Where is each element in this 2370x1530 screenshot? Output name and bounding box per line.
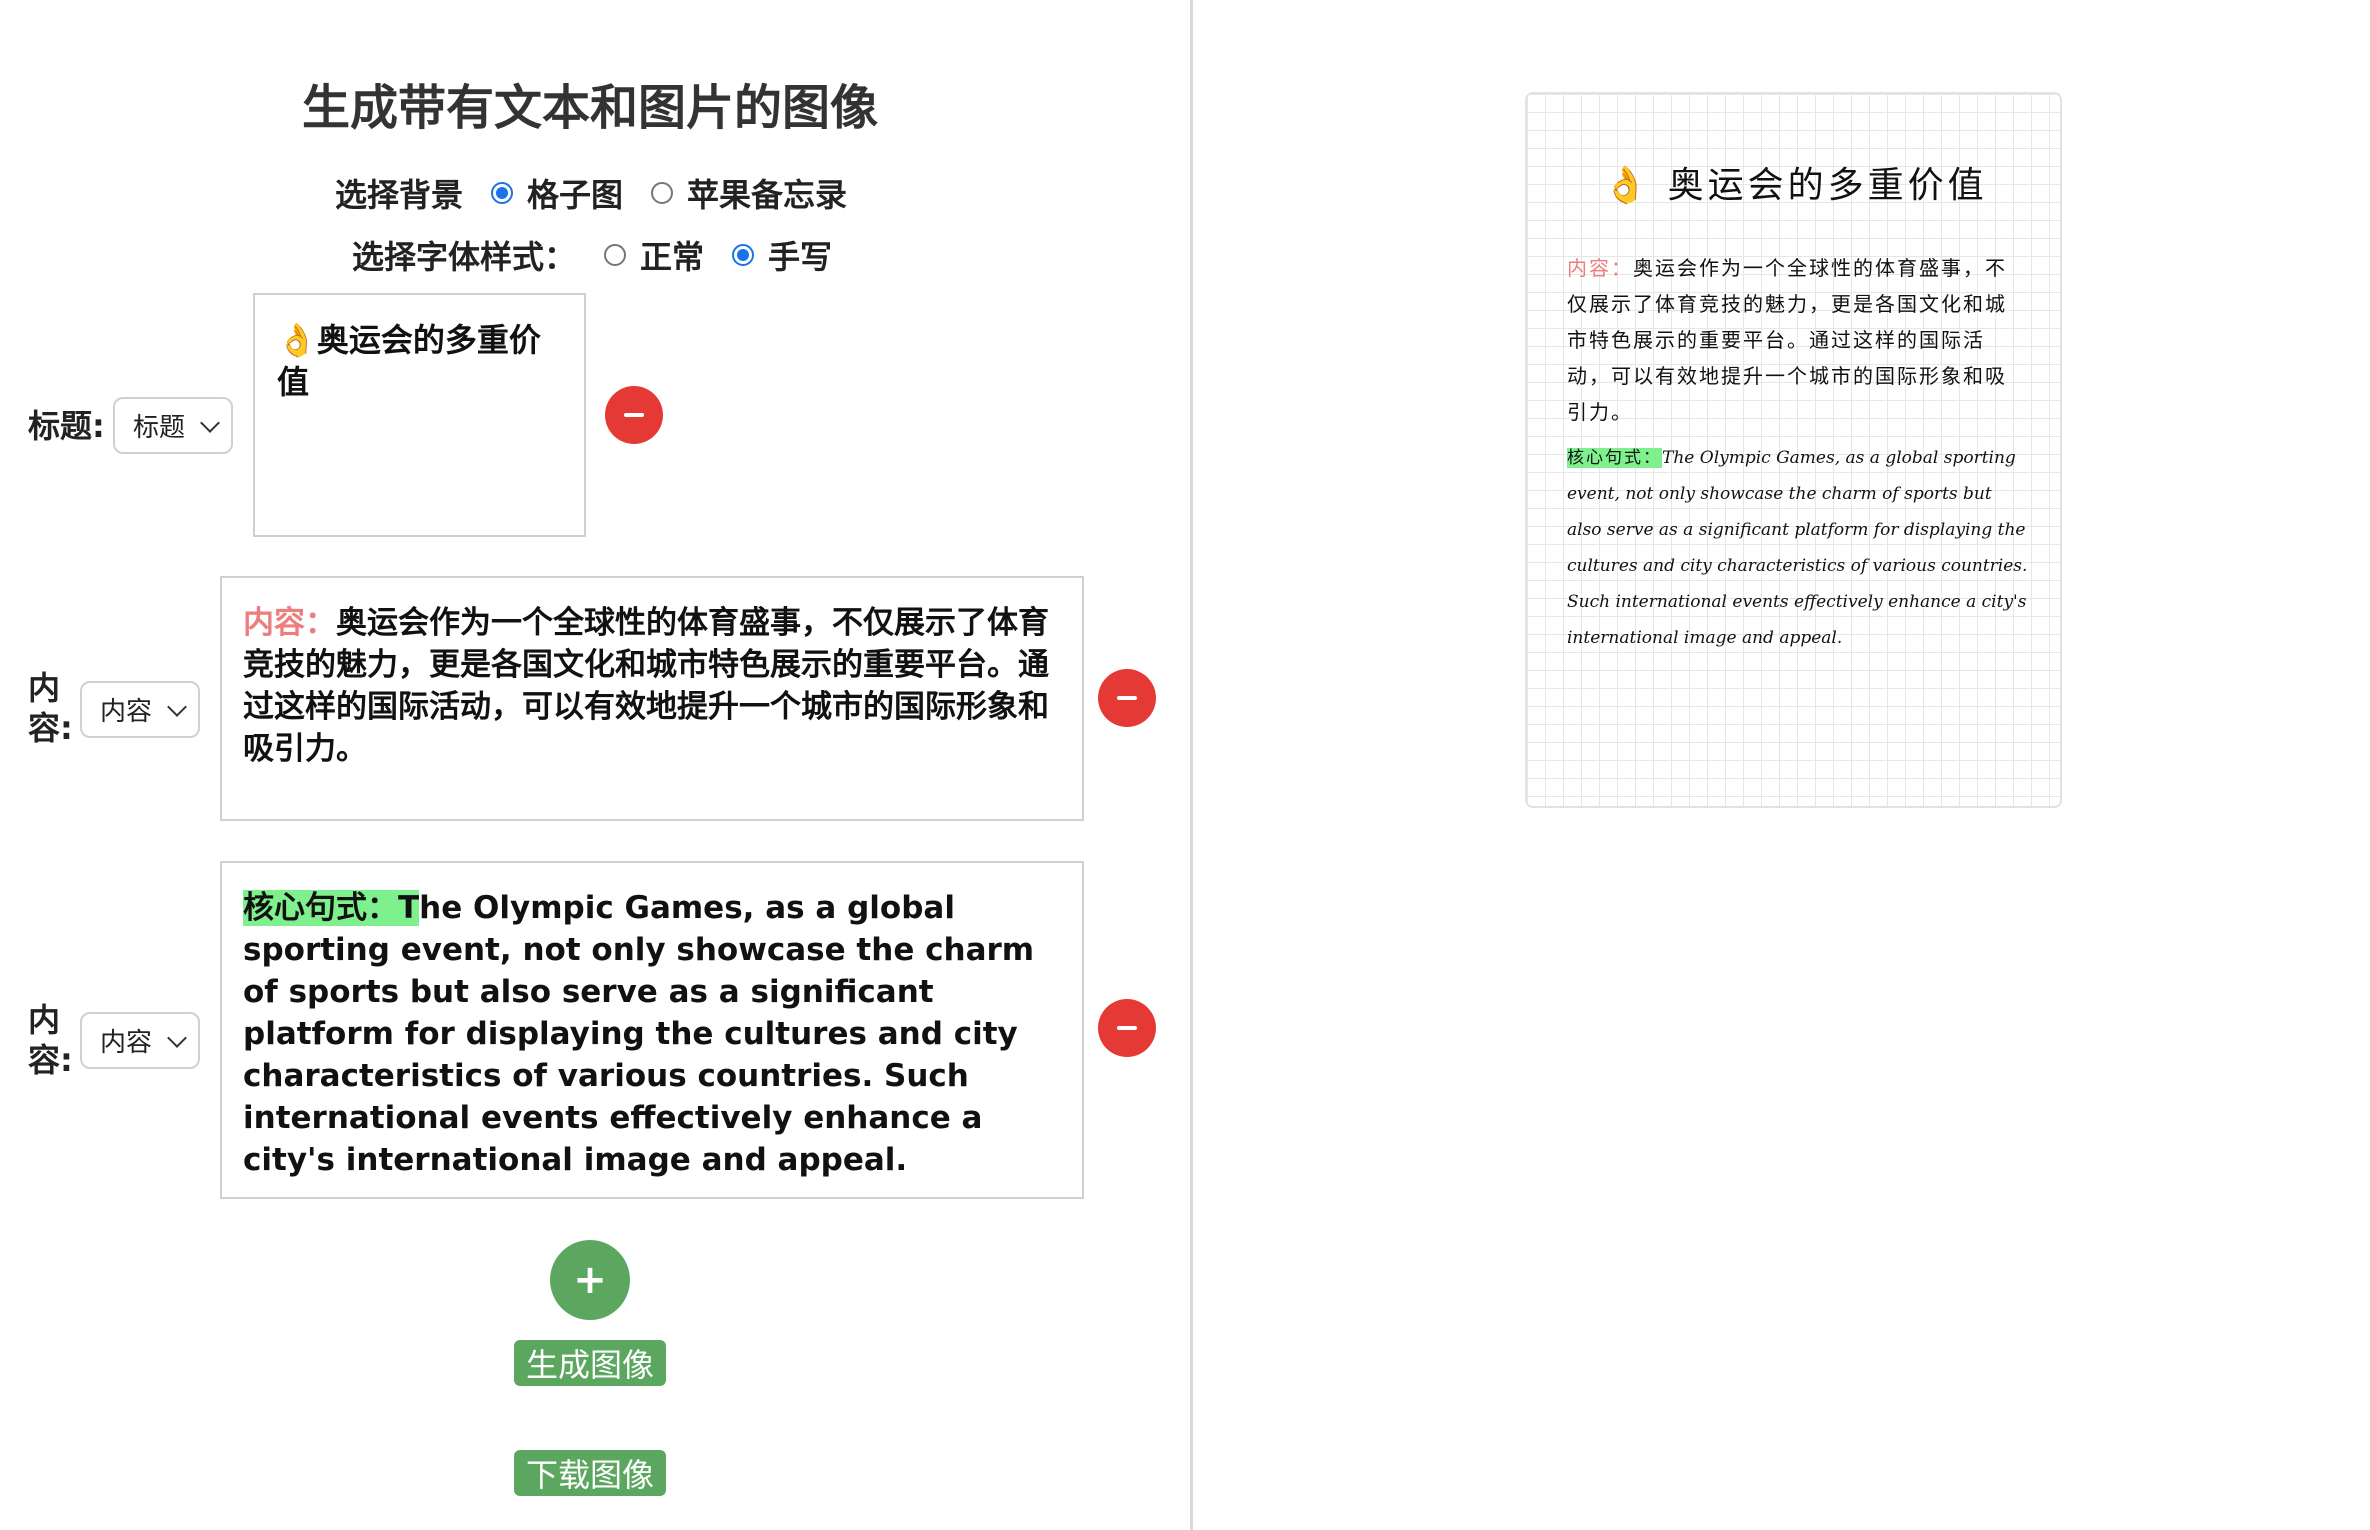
add-block-button[interactable]: +	[550, 1240, 630, 1320]
block-1-type-value: 标题	[133, 413, 186, 443]
block-1-textbox[interactable]: 👌奥运会的多重价值	[253, 293, 586, 537]
radio-normal-label[interactable]: 正常	[640, 232, 704, 278]
block-2-type-value: 内容	[100, 697, 153, 727]
radio-grid[interactable]	[491, 182, 514, 204]
chevron-down-icon	[167, 696, 187, 717]
plus-icon: +	[573, 1257, 607, 1303]
minus-icon	[624, 413, 644, 417]
minus-icon	[1117, 1026, 1137, 1030]
preview-paragraph-1: 内容：奥运会作为一个全球性的体育盛事，不仅展示了体育竞技的魅力，更是各国文化和城…	[1567, 250, 2027, 430]
minus-icon	[1117, 696, 1137, 700]
radio-grid-label[interactable]: 格子图	[527, 170, 623, 216]
block-3-textbox[interactable]: 核心句式：The Olympic Games, as a global spor…	[220, 861, 1084, 1199]
block-3-type-value: 内容	[100, 1028, 153, 1058]
panel-divider	[1190, 0, 1193, 1530]
font-style-selector: 选择字体样式： 正常 手写	[352, 232, 852, 278]
radio-normal[interactable]	[604, 244, 627, 266]
block-1-text: 👌奥运会的多重价值	[277, 321, 541, 401]
preview-p1-prefix: 内容：	[1567, 256, 1633, 280]
download-image-button[interactable]: 下载图像	[514, 1450, 666, 1496]
generate-image-button[interactable]: 生成图像	[514, 1340, 666, 1386]
preview-title: 👌 奥运会的多重价值	[1603, 165, 1988, 206]
preview-paragraph-2: 核心句式：The Olympic Games, as a global spor…	[1567, 440, 2029, 656]
background-label: 选择背景	[335, 176, 464, 214]
radio-handwriting[interactable]	[732, 244, 755, 266]
block-2-type-select[interactable]: 内容	[80, 681, 200, 738]
block-2-textbox[interactable]: 内容：奥运会作为一个全球性的体育盛事，不仅展示了体育竞技的魅力，更是各国文化和城…	[220, 576, 1084, 821]
chevron-down-icon	[200, 412, 220, 433]
background-selector: 选择背景 格子图 苹果备忘录	[335, 170, 867, 216]
radio-handwriting-label[interactable]: 手写	[768, 232, 832, 278]
preview-p2-prefix: 核心句式：	[1567, 448, 1662, 468]
block-1-type-select[interactable]: 标题	[113, 397, 233, 454]
radio-apple-notes[interactable]	[651, 182, 674, 204]
block-2-prefix: 内容：	[243, 605, 336, 641]
block-1-remove-button[interactable]	[605, 386, 663, 444]
block-3-text: he Olympic Games, as a global sporting e…	[243, 890, 1035, 1178]
preview-card: 👌 奥运会的多重价值 内容：奥运会作为一个全球性的体育盛事，不仅展示了体育竞技的…	[1525, 92, 2062, 808]
editor-panel: 生成带有文本和图片的图像 选择背景 格子图 苹果备忘录 选择字体样式： 正常 手…	[0, 0, 1190, 1530]
font-style-label: 选择字体样式：	[352, 238, 577, 276]
block-3-remove-button[interactable]	[1098, 999, 1156, 1057]
block-2-remove-button[interactable]	[1098, 669, 1156, 727]
chevron-down-icon	[167, 1027, 187, 1048]
block-1-label: 标题:	[28, 407, 105, 445]
block-3-prefix: 核心句式：T	[243, 890, 420, 926]
preview-p1-text: 奥运会作为一个全球性的体育盛事，不仅展示了体育竞技的魅力，更是各国文化和城市特色…	[1567, 256, 2007, 424]
block-3-label: 内容:	[28, 1001, 73, 1079]
block-2-label: 内容:	[28, 669, 73, 747]
block-2-text: 奥运会作为一个全球性的体育盛事，不仅展示了体育竞技的魅力，更是各国文化和城市特色…	[243, 605, 1049, 767]
page-title: 生成带有文本和图片的图像	[301, 80, 878, 136]
preview-p2-text: The Olympic Games, as a global sporting …	[1567, 448, 2028, 648]
block-3-type-select[interactable]: 内容	[80, 1012, 200, 1069]
radio-apple-notes-label[interactable]: 苹果备忘录	[687, 170, 847, 216]
